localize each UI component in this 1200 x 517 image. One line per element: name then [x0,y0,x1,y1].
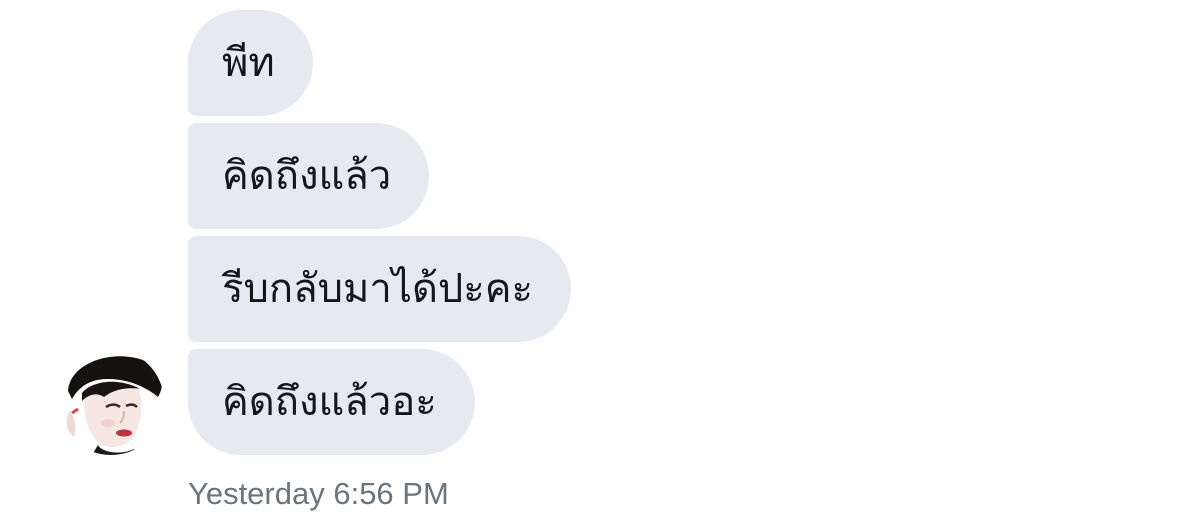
message-text: พีท [222,40,275,86]
message-bubble[interactable]: คิดถึงแล้ว [188,123,430,229]
message-timestamp: Yesterday 6:56 PM [188,476,449,511]
message-text: รีบกลับมาได้ปะคะ [222,266,534,312]
user-avatar-photo-icon [58,349,164,455]
sender-avatar[interactable] [58,349,164,455]
message-bubble[interactable]: พีท [188,10,313,116]
message-bubble[interactable]: คิดถึงแล้วอะ [188,349,475,455]
message-text: คิดถึงแล้วอะ [222,379,437,425]
message-bubble[interactable]: รีบกลับมาได้ปะคะ [188,236,572,342]
message-text: คิดถึงแล้ว [222,153,392,199]
message-thread: พีท คิดถึงแล้ว รีบกลับมาได้ปะคะ คิดถึงแล… [0,0,1200,517]
